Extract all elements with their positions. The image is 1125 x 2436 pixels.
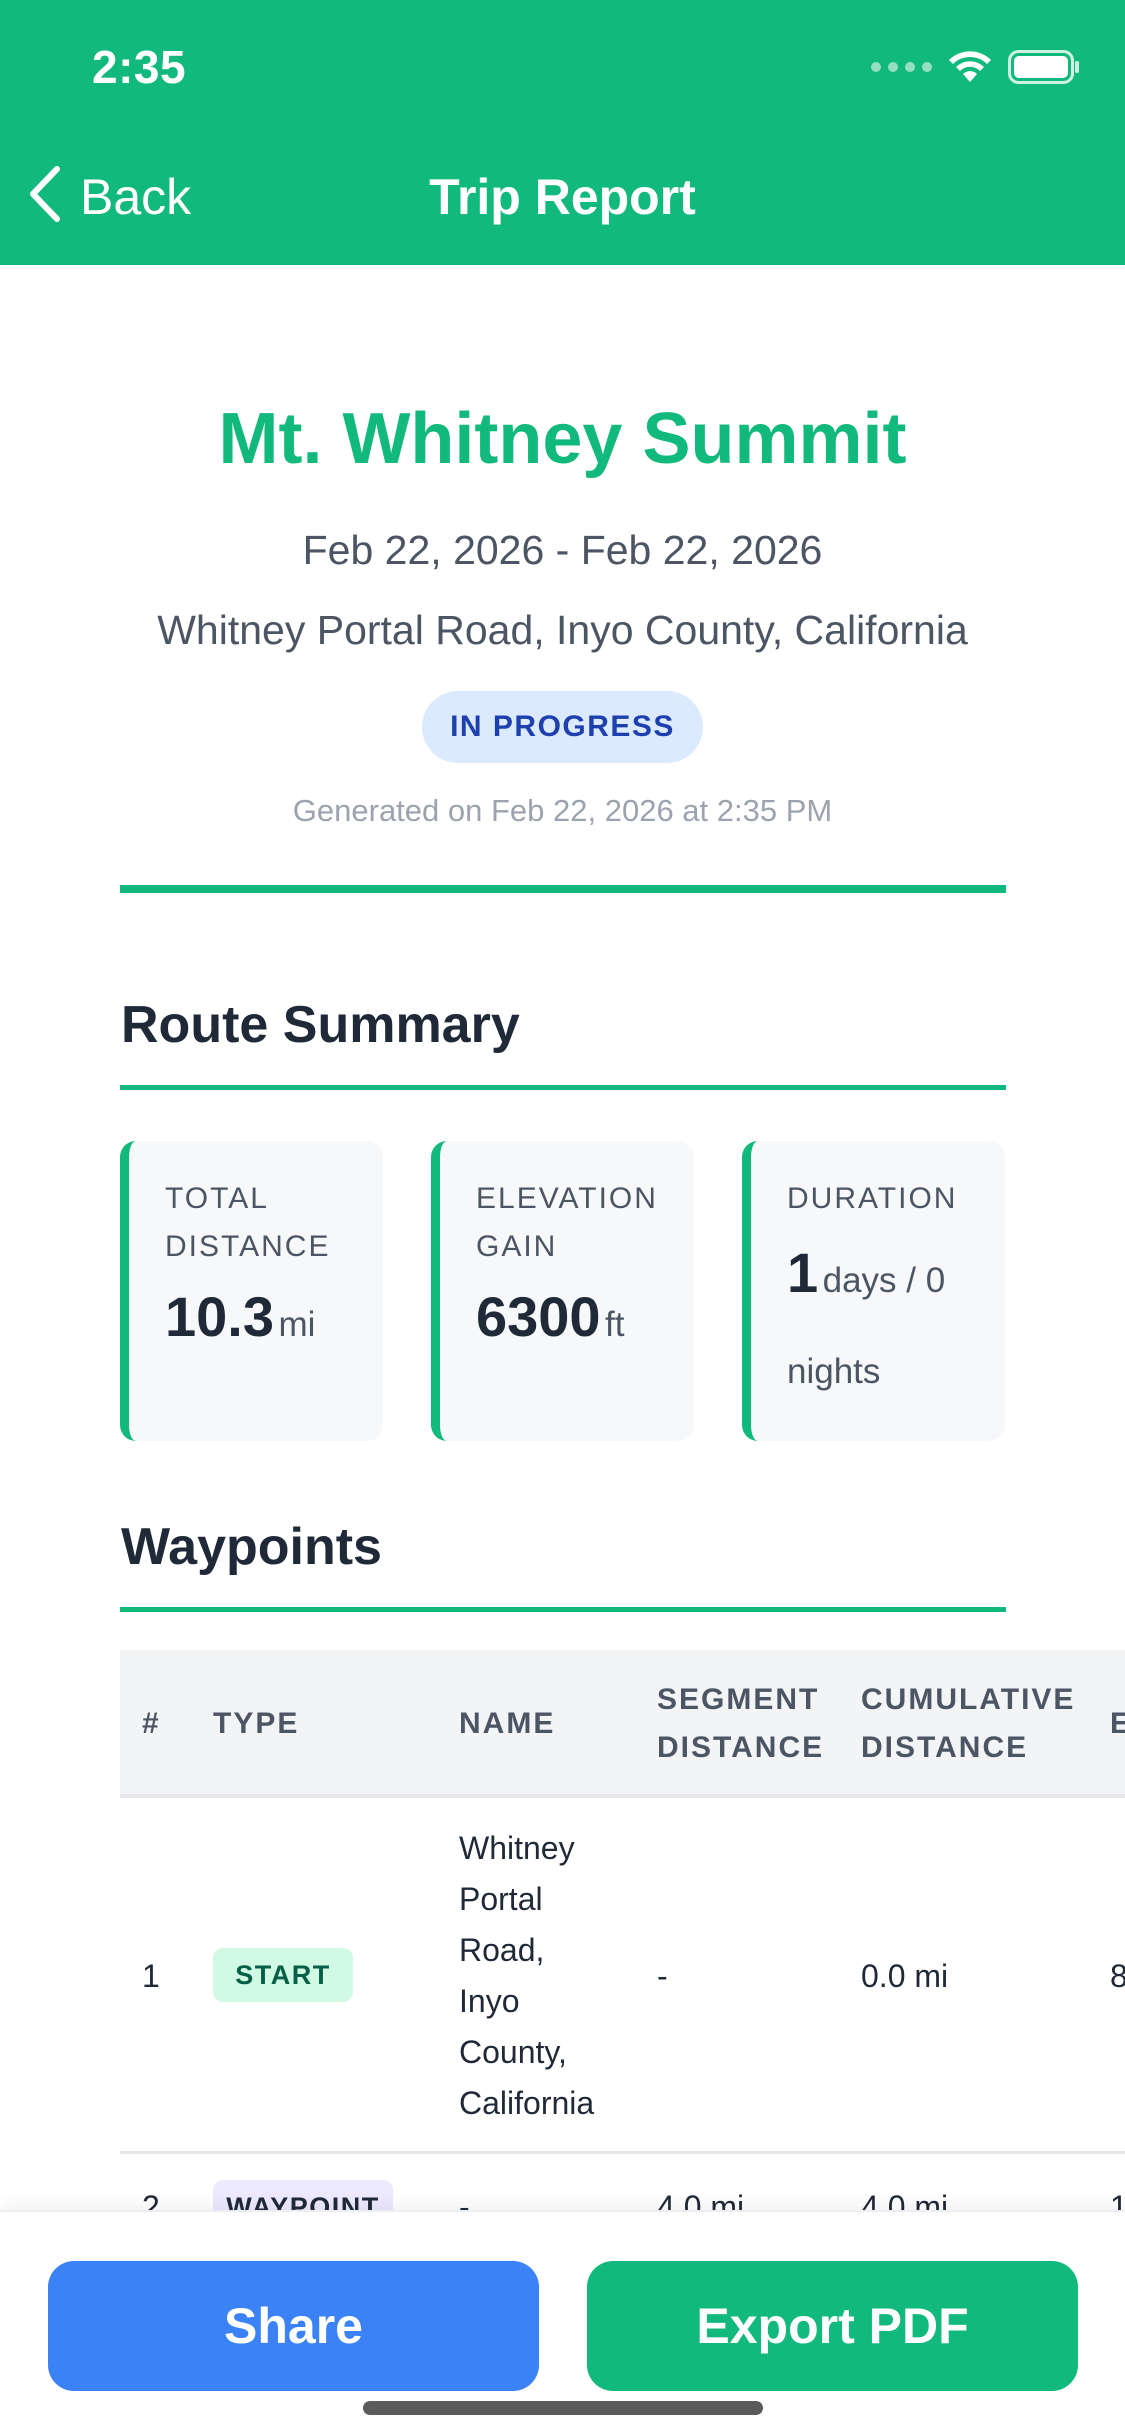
- table-row[interactable]: 2 WAYPOINT - 4.0 mi 4.0 mi 1: [120, 2154, 1125, 2210]
- stat-unit: mi: [278, 1305, 316, 1344]
- column-header-name: NAME: [459, 1707, 556, 1740]
- trip-title: Mt. Whitney Summit: [218, 399, 907, 479]
- waypoints-table[interactable]: # TYPE NAME SEGMENT DISTANCE CUMULATIVE …: [120, 1650, 1125, 2210]
- report-content[interactable]: Mt. Whitney Summit Feb 22, 2026 - Feb 22…: [0, 265, 1125, 2210]
- status-time: 2:35: [92, 41, 187, 93]
- stat-label: DISTANCE: [165, 1230, 331, 1263]
- stat-label: ELEVATION: [476, 1182, 658, 1215]
- export-pdf-button[interactable]: Export PDF: [587, 2261, 1078, 2391]
- wifi-icon: [948, 50, 992, 84]
- waypoints-divider: [120, 1607, 1006, 1612]
- cell-number: 1: [142, 1958, 160, 1994]
- table-row[interactable]: 1 START Whitney Portal Road, Inyo County…: [120, 1798, 1125, 2154]
- table-header: # TYPE NAME SEGMENT DISTANCE CUMULATIVE …: [120, 1650, 1125, 1798]
- stat-unit: ft: [605, 1305, 625, 1344]
- cell-cumulative-distance: 0.0 mi: [861, 1958, 949, 1994]
- route-summary-divider: [120, 1085, 1006, 1090]
- share-button[interactable]: Share: [48, 2261, 539, 2391]
- trip-dates: Feb 22, 2026 - Feb 22, 2026: [302, 527, 823, 573]
- column-header-partial: E: [1110, 1707, 1125, 1740]
- column-header-cumulative: CUMULATIVE DISTANCE: [861, 1683, 1076, 1764]
- column-header-segment: SEGMENT DISTANCE: [657, 1683, 825, 1764]
- home-indicator: [363, 2401, 763, 2415]
- cell-partial: 8: [1110, 1958, 1125, 1994]
- trip-location: Whitney Portal Road, Inyo County, Califo…: [157, 607, 968, 653]
- cell-number: 2: [142, 2189, 160, 2210]
- column-header-number: #: [142, 1707, 161, 1740]
- stat-card-elevation: ELEVATION GAIN 6300 ft: [431, 1141, 694, 1441]
- page-title: Trip Report: [429, 169, 696, 225]
- stat-label: GAIN: [476, 1230, 558, 1263]
- header-divider: [120, 885, 1006, 893]
- app-header: 2:35 Back Trip Report: [0, 0, 1125, 265]
- stat-value: 10.3: [165, 1285, 274, 1348]
- waypoints-title: Waypoints: [121, 1518, 382, 1576]
- cell-name: -: [459, 2189, 470, 2210]
- cell-segment-distance: 4.0 mi: [657, 2189, 745, 2210]
- stat-label: DURATION: [787, 1182, 958, 1215]
- stat-card-distance: TOTAL DISTANCE 10.3 mi: [120, 1141, 383, 1441]
- type-chip: WAYPOINT: [213, 2180, 393, 2210]
- cell-segment-distance: -: [657, 1958, 668, 1994]
- stat-label: TOTAL: [165, 1182, 269, 1215]
- stat-card-duration: DURATION 1 days / 0 nights: [742, 1141, 1005, 1441]
- status-icons: [871, 50, 1080, 84]
- type-chip: START: [213, 1948, 353, 2002]
- cell-cumulative-distance: 4.0 mi: [861, 2189, 949, 2210]
- stat-unit: days / 0: [822, 1261, 946, 1300]
- generated-timestamp: Generated on Feb 22, 2026 at 2:35 PM: [292, 793, 833, 828]
- cell-partial: 1: [1110, 2189, 1125, 2210]
- column-header-type: TYPE: [213, 1707, 300, 1740]
- stat-value: 1: [787, 1241, 819, 1304]
- stat-unit: nights: [787, 1352, 881, 1391]
- cellular-signal-icon: [871, 62, 932, 72]
- stat-value: 6300: [476, 1285, 601, 1348]
- battery-icon: [1008, 50, 1080, 84]
- route-summary-title: Route Summary: [121, 996, 520, 1054]
- cell-name: Whitney Portal Road, Inyo County, Califo…: [459, 1830, 595, 2121]
- status-badge: IN PROGRESS: [422, 691, 703, 763]
